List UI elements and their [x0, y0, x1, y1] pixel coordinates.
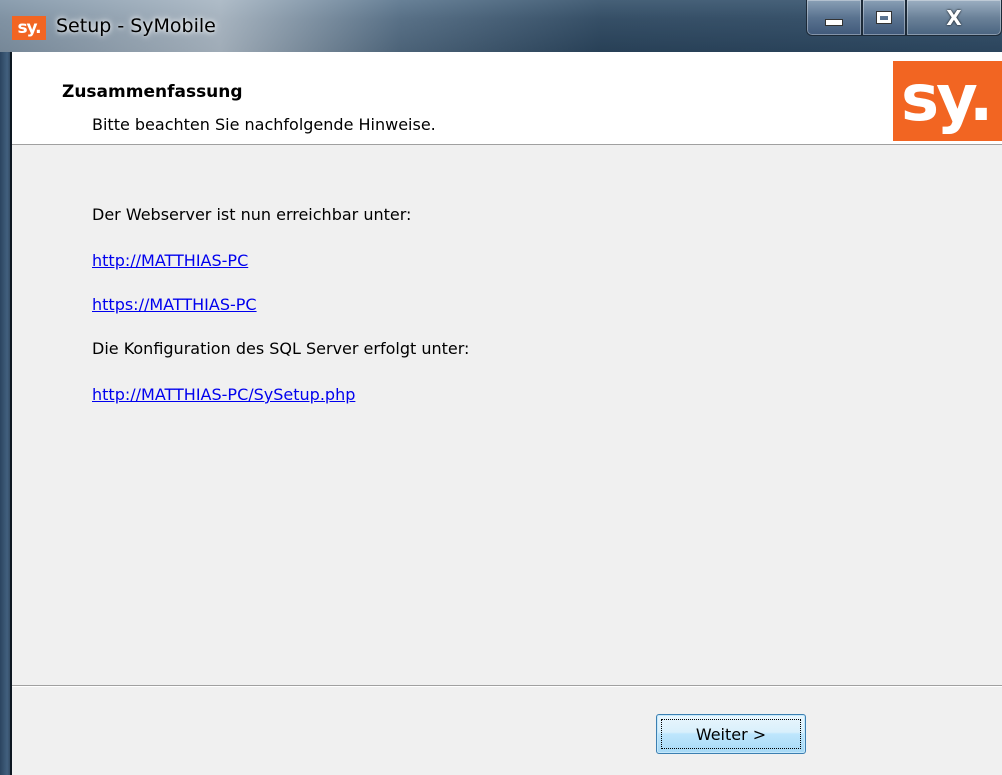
- https-link[interactable]: https://MATTHIAS-PC: [92, 295, 257, 314]
- close-button[interactable]: X: [906, 0, 1002, 36]
- sql-server-label: Die Konfiguration des SQL Server erfolgt…: [92, 339, 470, 358]
- close-icon: X: [946, 5, 962, 30]
- maximize-icon: [876, 11, 892, 24]
- app-icon: sy.: [12, 16, 46, 40]
- minimize-button[interactable]: [806, 0, 862, 36]
- title-bar[interactable]: sy. Setup - SyMobile X: [0, 0, 1002, 52]
- page-subtitle: Bitte beachten Sie nachfolgende Hinweise…: [92, 115, 436, 134]
- wizard-footer: Weiter >: [12, 687, 1002, 775]
- http-link[interactable]: http://MATTHIAS-PC: [92, 251, 248, 270]
- caption-buttons: X: [806, 0, 1002, 38]
- window-title: Setup - SyMobile: [56, 15, 216, 37]
- maximize-button[interactable]: [862, 0, 906, 36]
- minimize-icon: [825, 19, 843, 26]
- symobile-logo: sy.: [893, 61, 1002, 141]
- webserver-label: Der Webserver ist nun erreichbar unter:: [92, 205, 412, 224]
- wizard-content: Der Webserver ist nun erreichbar unter: …: [12, 145, 1002, 685]
- next-button-label: Weiter >: [695, 724, 767, 744]
- logo-text: sy.: [901, 62, 993, 136]
- next-button[interactable]: Weiter >: [656, 714, 806, 754]
- page-title: Zusammenfassung: [62, 82, 243, 102]
- sysetup-link[interactable]: http://MATTHIAS-PC/SySetup.php: [92, 385, 355, 404]
- wizard-header: Zusammenfassung Bitte beachten Sie nachf…: [12, 52, 1002, 145]
- setup-window: sy. Setup - SyMobile X Zusammenfassung B…: [0, 0, 1002, 775]
